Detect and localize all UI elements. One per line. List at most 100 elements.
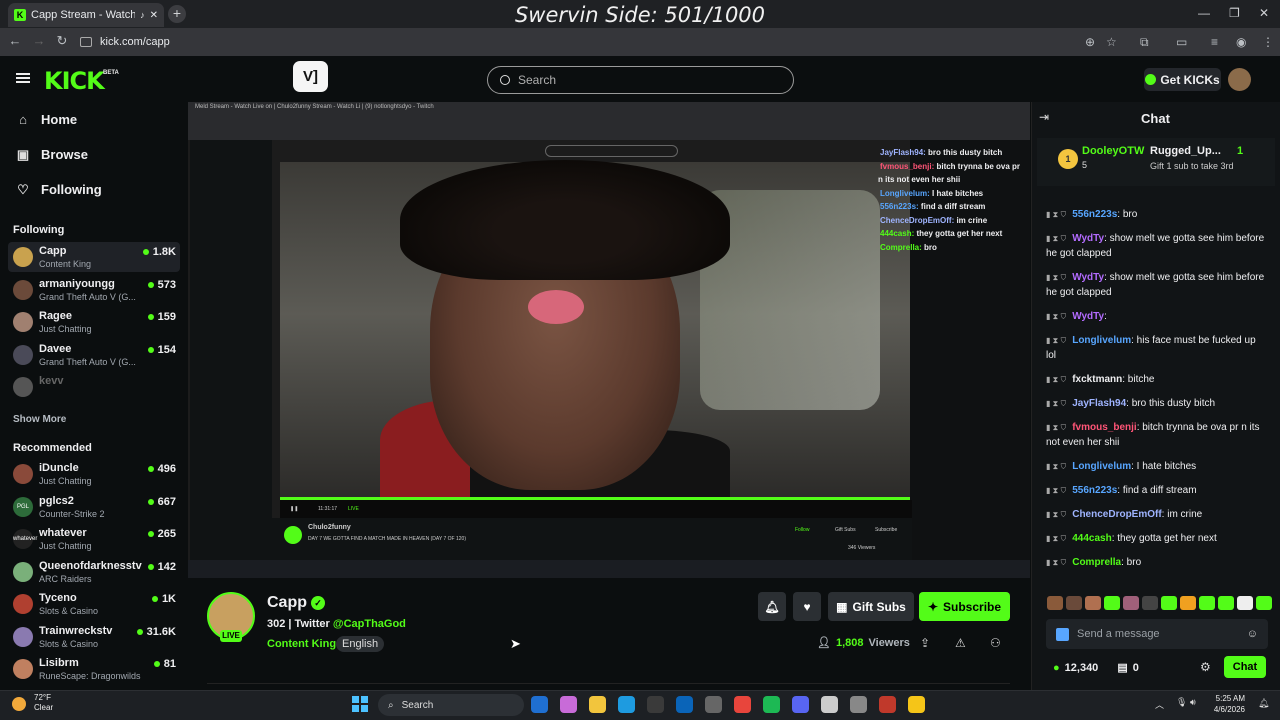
chat-username[interactable]: WydTy bbox=[1072, 233, 1104, 244]
user-avatar[interactable] bbox=[1228, 68, 1251, 91]
gift-subs-button[interactable]: ▦ Gift Subs bbox=[828, 592, 914, 621]
reload-icon[interactable]: ↻ bbox=[53, 33, 71, 49]
chat-username[interactable]: WydTy bbox=[1072, 311, 1104, 322]
menu-dots-icon[interactable]: ⋮ bbox=[1262, 35, 1274, 49]
taskbar-app-icon[interactable] bbox=[850, 696, 867, 713]
taskbar-app-icon[interactable] bbox=[647, 696, 664, 713]
chat-username[interactable]: Longlivelum bbox=[1072, 461, 1131, 472]
taskbar-app-icon[interactable] bbox=[560, 696, 577, 713]
leader-2-name[interactable]: Rugged_Up... bbox=[1150, 145, 1221, 157]
leader-1-name[interactable]: DooleyOTW bbox=[1082, 145, 1144, 157]
user-options-icon[interactable]: ⚇ bbox=[990, 636, 1001, 650]
sidebar-channel-whatever[interactable]: whatever whatever Just Chatting 265 bbox=[8, 524, 180, 554]
forward-icon[interactable]: → bbox=[30, 33, 48, 48]
nav-browse[interactable]: ▣ Browse bbox=[16, 147, 88, 162]
sidebar-channel-iduncle[interactable]: iDuncle Just Chatting 496 bbox=[8, 459, 180, 489]
nav-home[interactable]: ⌂ Home bbox=[16, 112, 77, 127]
taskbar-app-icon[interactable] bbox=[734, 696, 751, 713]
follow-heart-button[interactable]: ♥ bbox=[793, 592, 821, 621]
mic-icon[interactable]: 🎙︎ bbox=[1176, 697, 1187, 708]
taskbar-app-icon[interactable] bbox=[792, 696, 809, 713]
cast-icon[interactable]: ▭ bbox=[1176, 35, 1187, 49]
tray-chevron-icon[interactable]: ︿ bbox=[1155, 698, 1164, 711]
emoji-icon[interactable]: ☺ bbox=[1247, 628, 1258, 640]
vertical-logo-icon[interactable]: V] bbox=[293, 61, 328, 92]
chat-settings-icon[interactable]: ⚙ bbox=[1200, 660, 1211, 674]
subscribe-button[interactable]: ✦ Subscribe bbox=[919, 592, 1010, 621]
sidebar-channel-tyceno[interactable]: Tyceno Slots & Casino 1K bbox=[8, 589, 180, 619]
show-more-link[interactable]: Show More bbox=[13, 414, 66, 425]
chat-username[interactable]: ChenceDropEmOff bbox=[1072, 509, 1161, 520]
notification-bell-button[interactable]: 🔔︎ bbox=[758, 592, 786, 621]
sidebar-channel-pglcs2[interactable]: PGL pglcs2 Counter-Strike 2 667 bbox=[8, 492, 180, 522]
sidebar-channel-trainwreckstv[interactable]: Trainwreckstv Slots & Casino 31.6K bbox=[8, 622, 180, 652]
taskbar-clock[interactable]: 5:25 AM 4/6/2026 bbox=[1207, 693, 1245, 715]
chat-send-button[interactable]: Chat bbox=[1224, 656, 1266, 678]
emote-icon[interactable] bbox=[1047, 596, 1063, 610]
nav-following[interactable]: ♡ Following bbox=[16, 182, 101, 197]
streamer-name[interactable]: Capp bbox=[267, 594, 307, 612]
windows-start-icon[interactable] bbox=[352, 696, 368, 712]
video-play-pause-icon[interactable]: ❚❚ bbox=[290, 506, 298, 512]
emote-icon[interactable] bbox=[1085, 596, 1101, 610]
emote-icon[interactable] bbox=[1123, 596, 1139, 610]
emote-icon[interactable] bbox=[1104, 596, 1120, 610]
emote-icon[interactable] bbox=[1218, 596, 1234, 610]
extensions-icon[interactable]: ⧉ bbox=[1140, 35, 1149, 50]
hamburger-menu-icon[interactable] bbox=[16, 73, 30, 83]
search-input[interactable]: Search bbox=[487, 66, 794, 94]
minimize-icon[interactable]: — bbox=[1198, 6, 1210, 20]
chat-username[interactable]: 556n223s bbox=[1072, 209, 1117, 220]
profile-icon[interactable]: ◉ bbox=[1236, 35, 1246, 49]
emote-icon[interactable] bbox=[1256, 596, 1272, 610]
chat-username[interactable]: fxcktmann bbox=[1072, 374, 1122, 385]
channel-points[interactable]: ● 12,340 ▤ 0 bbox=[1053, 661, 1139, 675]
back-icon[interactable]: ← bbox=[6, 33, 24, 48]
media-icon[interactable]: ≡ bbox=[1211, 35, 1218, 49]
taskbar-app-icon[interactable] bbox=[908, 696, 925, 713]
chat-username[interactable]: 556n223s bbox=[1072, 485, 1117, 496]
url-field[interactable]: kick.com/capp bbox=[80, 32, 1100, 52]
chat-username[interactable]: fvmous_benji bbox=[1072, 422, 1136, 433]
taskbar-app-icon[interactable] bbox=[879, 696, 896, 713]
chat-username[interactable]: WydTy bbox=[1072, 272, 1104, 283]
sidebar-channel-armaniyoungg[interactable]: armaniyoungg Grand Theft Auto V (G... 573 bbox=[8, 275, 180, 305]
taskbar-app-icon[interactable] bbox=[531, 696, 548, 713]
volume-icon[interactable]: 🔊︎ bbox=[1190, 697, 1196, 708]
sidebar-channel-capp[interactable]: Capp Content King 1.8K bbox=[8, 242, 180, 272]
chat-message-input[interactable]: Send a message ☺ bbox=[1046, 619, 1268, 649]
kick-emote-icon[interactable] bbox=[1056, 627, 1069, 641]
chat-username[interactable]: 444cash bbox=[1072, 533, 1111, 544]
taskbar-app-icon[interactable] bbox=[821, 696, 838, 713]
taskbar-app-icon[interactable] bbox=[618, 696, 635, 713]
emote-icon[interactable] bbox=[1180, 596, 1196, 610]
sidebar-channel-kevv[interactable]: kevv bbox=[8, 372, 180, 402]
get-kicks-button[interactable]: Get KICKs bbox=[1144, 68, 1221, 91]
video-controls[interactable] bbox=[280, 500, 912, 518]
share-icon[interactable]: ⇪ bbox=[920, 636, 930, 650]
emote-icon[interactable] bbox=[1066, 596, 1082, 610]
kick-logo[interactable]: KICK bbox=[44, 67, 105, 95]
notifications-icon[interactable]: 🔔︎ bbox=[1258, 698, 1269, 709]
emote-icon[interactable] bbox=[1237, 596, 1253, 610]
sidebar-channel-lisibrm[interactable]: Lisibrm RuneScape: Dragonwilds 81 bbox=[8, 654, 180, 684]
sidebar-channel-ragee[interactable]: Ragee Just Chatting 159 bbox=[8, 307, 180, 337]
taskbar-app-icon[interactable] bbox=[705, 696, 722, 713]
bookmark-star-icon[interactable]: ☆ bbox=[1106, 35, 1117, 49]
weather-widget[interactable]: 72°F Clear bbox=[34, 693, 53, 713]
taskbar-app-icon[interactable] bbox=[589, 696, 606, 713]
taskbar-search[interactable]: ⌕ Search bbox=[378, 694, 524, 716]
close-window-icon[interactable]: ✕ bbox=[1259, 6, 1269, 20]
stream-category[interactable]: Content King bbox=[267, 638, 336, 650]
taskbar-app-icon[interactable] bbox=[763, 696, 780, 713]
chat-username[interactable]: Longlivelum bbox=[1072, 335, 1131, 346]
emote-icon[interactable] bbox=[1142, 596, 1158, 610]
maximize-icon[interactable]: ❐ bbox=[1229, 6, 1240, 20]
chat-username[interactable]: JayFlash94 bbox=[1072, 398, 1126, 409]
taskbar-app-icon[interactable] bbox=[676, 696, 693, 713]
site-info-icon[interactable] bbox=[80, 37, 92, 47]
chat-username[interactable]: Comprella bbox=[1072, 557, 1121, 568]
emote-icon[interactable] bbox=[1161, 596, 1177, 610]
sidebar-channel-queenofdarknesstv[interactable]: Queenofdarknesstv ARC Raiders 142 bbox=[8, 557, 180, 587]
zoom-icon[interactable]: ⊕ bbox=[1085, 35, 1095, 49]
